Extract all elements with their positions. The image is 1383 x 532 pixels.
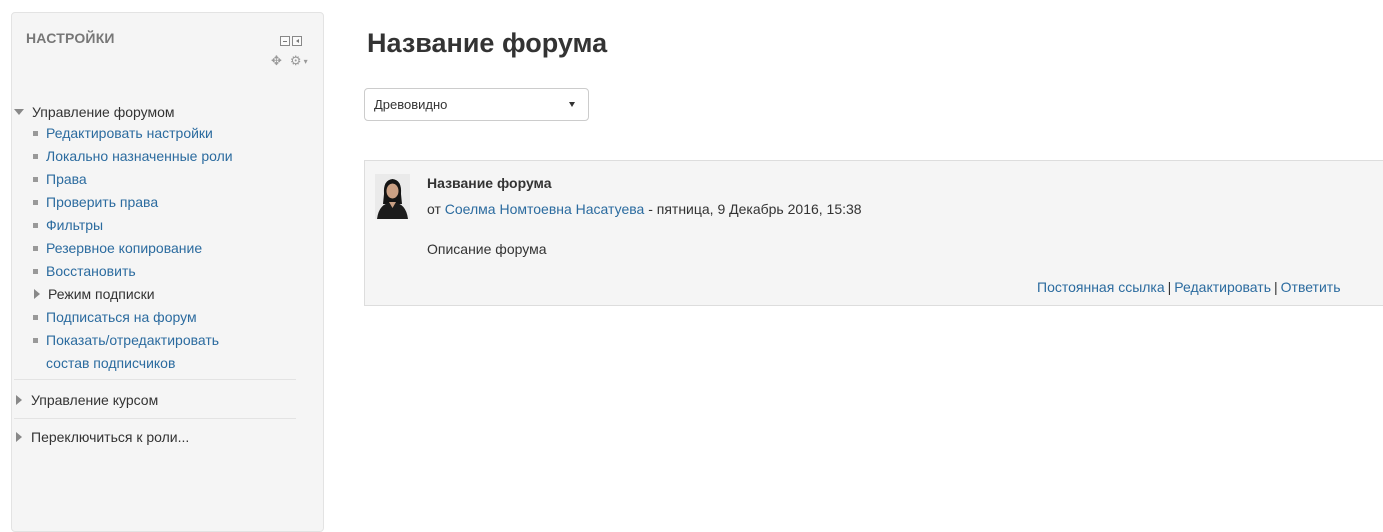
edit-settings-link[interactable]: Редактировать настройки: [46, 122, 213, 145]
block-controls: [280, 36, 302, 46]
restore-link[interactable]: Восстановить: [46, 260, 136, 283]
list-item: Редактировать настройки: [33, 122, 299, 145]
bullet-icon: [33, 315, 38, 320]
gear-icon[interactable]: ⚙: [290, 53, 302, 69]
backup-link[interactable]: Резервное копирование: [46, 237, 202, 260]
by-prefix: от: [427, 201, 441, 217]
forum-admin-items: Редактировать настройки Локально назначе…: [14, 122, 299, 375]
filters-link[interactable]: Фильтры: [46, 214, 103, 237]
forum-admin-label[interactable]: Управление форумом: [32, 104, 175, 120]
author-link[interactable]: Соелма Номтоевна Насатуева: [445, 201, 645, 217]
bullet-icon: [33, 269, 38, 274]
post-byline: от Соелма Номтоевна Насатуева - пятница,…: [427, 201, 862, 217]
post-subject: Название форума: [427, 175, 552, 191]
permissions-link[interactable]: Права: [46, 168, 87, 191]
user-picture-icon: [375, 174, 410, 219]
post-commands: Постоянная ссылка | Редактировать | Ответить: [1037, 279, 1341, 295]
collapsed-arrow-icon: [16, 395, 22, 405]
edit-post-link[interactable]: Редактировать: [1174, 279, 1271, 295]
switch-role-label[interactable]: Переключиться к роли...: [31, 429, 189, 445]
list-item: Подписаться на форум: [33, 306, 299, 329]
list-item: Локально назначенные роли: [33, 145, 299, 168]
list-item[interactable]: Режим подписки: [33, 283, 299, 306]
tree-branch-course-admin[interactable]: Управление курсом: [14, 382, 299, 418]
subscription-mode-label[interactable]: Режим подписки: [48, 283, 155, 306]
chevron-down-icon: [569, 102, 575, 107]
show-subscribers-link[interactable]: Показать/отредактировать состав подписчи…: [46, 329, 266, 375]
permalink-link[interactable]: Постоянная ссылка: [1037, 279, 1165, 295]
post-message: Описание форума: [427, 241, 547, 257]
list-item: Фильтры: [33, 214, 299, 237]
chevron-down-icon[interactable]: ▾: [304, 57, 308, 66]
course-admin-label[interactable]: Управление курсом: [31, 392, 158, 408]
avatar[interactable]: [375, 174, 410, 219]
move-icon[interactable]: ✥: [271, 53, 282, 69]
bullet-icon: [33, 154, 38, 159]
tree-branch-switch-role[interactable]: Переключиться к роли...: [14, 419, 299, 455]
dock-block-icon[interactable]: [292, 36, 302, 46]
bullet-icon: [33, 131, 38, 136]
bullet-icon: [33, 246, 38, 251]
bullet-icon: [33, 177, 38, 182]
list-item: Резервное копирование: [33, 237, 299, 260]
display-mode-value: Древовидно: [374, 97, 448, 112]
list-item: Проверить права: [33, 191, 299, 214]
forum-post: Название форума от Соелма Номтоевна Наса…: [364, 160, 1383, 306]
list-item: Показать/отредактировать состав подписчи…: [33, 329, 299, 375]
tree-branch-forum-admin[interactable]: Управление форумом Редактировать настрой…: [14, 101, 299, 375]
divider: [14, 379, 296, 380]
check-permissions-link[interactable]: Проверить права: [46, 191, 158, 214]
list-item: Восстановить: [33, 260, 299, 283]
settings-tree: Управление форумом Редактировать настрой…: [14, 101, 299, 455]
display-mode-select[interactable]: Древовидно: [364, 88, 589, 121]
expanded-arrow-icon: [14, 108, 24, 115]
collapsed-arrow-icon: [16, 432, 22, 442]
subscribe-link[interactable]: Подписаться на форум: [46, 306, 197, 329]
block-actions: ✥ ⚙ ▾: [271, 53, 308, 69]
bullet-icon: [33, 223, 38, 228]
bullet-icon: [33, 338, 38, 343]
post-date: - пятница, 9 Декабрь 2016, 15:38: [648, 201, 862, 217]
list-item: Права: [33, 168, 299, 191]
bullet-icon: [33, 200, 38, 205]
collapsed-arrow-icon: [34, 289, 40, 299]
reply-link[interactable]: Ответить: [1281, 279, 1341, 295]
settings-block-title: НАСТРОЙКИ: [26, 30, 115, 46]
hide-block-icon[interactable]: [280, 36, 290, 46]
page-title: Название форума: [367, 28, 608, 58]
local-roles-link[interactable]: Локально назначенные роли: [46, 145, 233, 168]
